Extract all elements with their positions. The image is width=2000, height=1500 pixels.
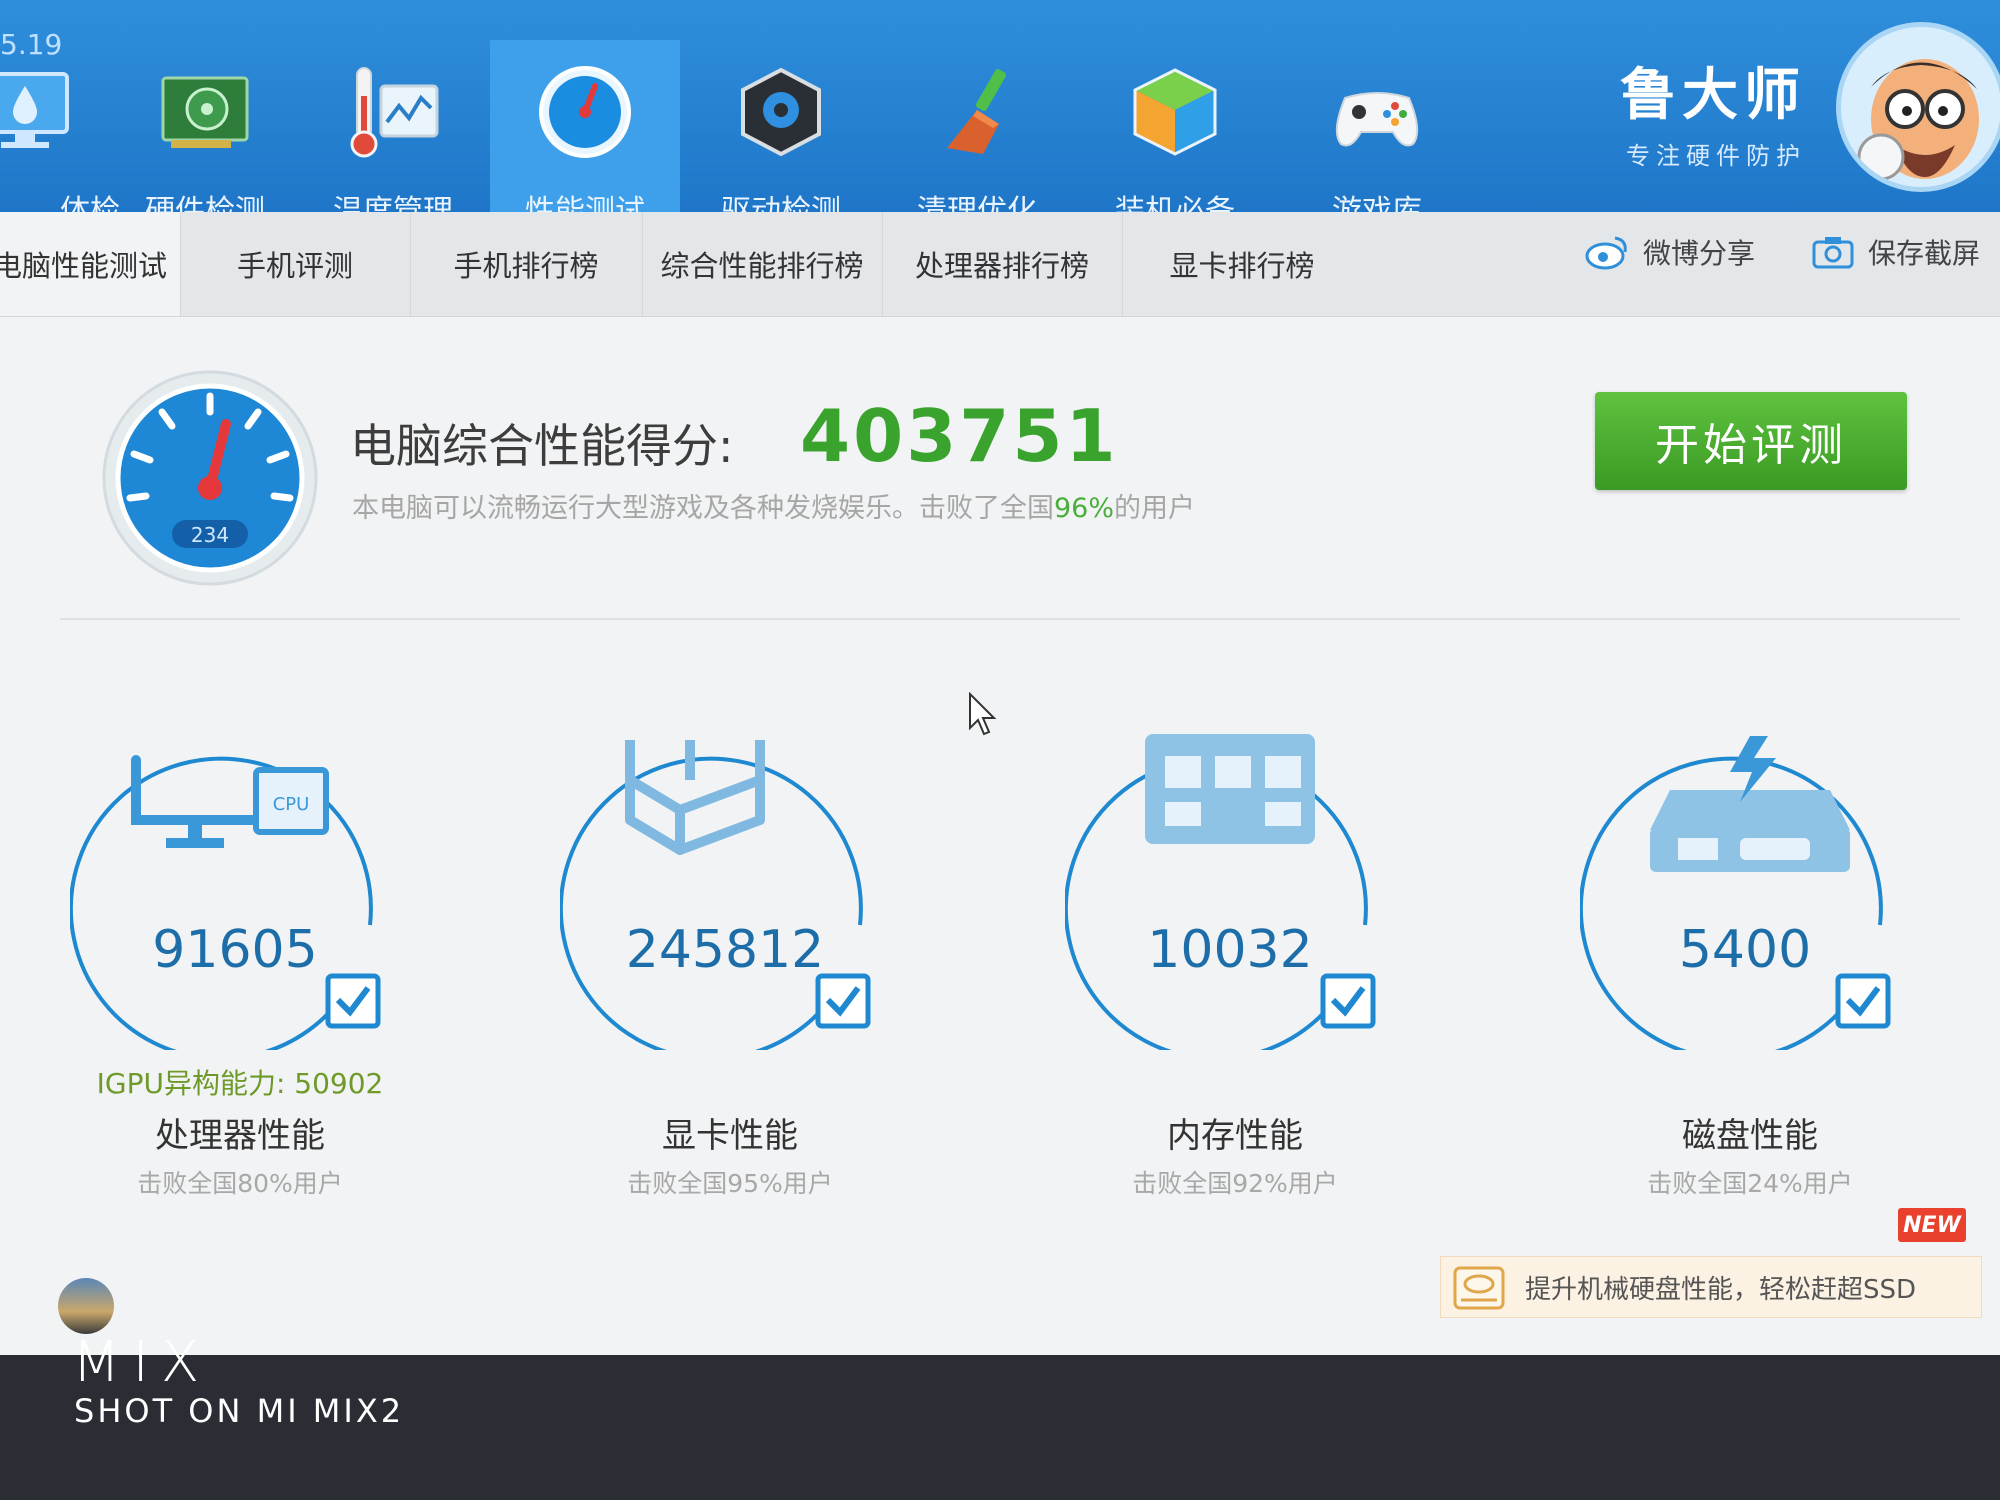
mascot-avatar[interactable]	[1836, 22, 2000, 192]
weibo-icon	[1585, 236, 1627, 270]
gpu-rank: 击败全国95%用户	[627, 1169, 833, 1198]
weibo-share-label: 微博分享	[1643, 237, 1756, 270]
metric-gpu-ring	[560, 740, 871, 1050]
start-benchmark-button[interactable]: 开始评测	[1595, 392, 1907, 490]
nav-cleanup[interactable]: 清理优化	[882, 40, 1072, 229]
gpu-name: 显卡性能	[662, 1116, 798, 1156]
disk-rank: 击败全国24%用户	[1647, 1169, 1853, 1198]
promo-text: 提升机械硬盘性能，轻松赶超SSD	[1525, 1274, 1917, 1305]
hard-disk-icon	[1650, 736, 1850, 872]
tab-phone-review[interactable]: 手机评测	[180, 212, 411, 316]
disk-name: 磁盘性能	[1682, 1116, 1818, 1156]
tab-cpu-ranking[interactable]: 处理器排行榜	[882, 212, 1123, 316]
tab-phone-ranking[interactable]: 手机排行榜	[410, 212, 643, 316]
gpu-score: 245812	[625, 920, 825, 980]
camera-icon	[1812, 237, 1854, 269]
monitor-cpu-icon: CPU	[131, 755, 329, 848]
mouse-cursor-icon	[969, 692, 997, 736]
metric-disk[interactable]: 5400 磁盘性能 击败全国24%用户	[1530, 700, 1970, 1200]
tab-overall-ranking[interactable]: 综合性能排行榜	[642, 212, 883, 316]
user-avatar[interactable]	[58, 1278, 114, 1334]
metric-cpu-ring: CPU	[70, 755, 381, 1050]
overall-score-description: 本电脑可以流畅运行大型游戏及各种发烧娱乐。击败了全国96%的用户	[352, 486, 1195, 525]
metric-memory-ring	[1065, 734, 1376, 1050]
cube-icon	[1133, 68, 1217, 156]
igpu-score: IGPU异构能力: 50902	[96, 1067, 384, 1100]
disk-boost-promo[interactable]: 提升机械硬盘性能，轻松赶超SSD	[1440, 1256, 1982, 1318]
memory-chip-icon	[1145, 734, 1315, 844]
cpu-score: 91605	[152, 920, 318, 980]
tab-gpu-ranking[interactable]: 显卡排行榜	[1122, 212, 1362, 316]
monitor-drop-icon	[0, 72, 69, 148]
cpu-rank: 击败全国80%用户	[137, 1169, 343, 1198]
metric-disk-ring	[1580, 736, 1891, 1050]
nav-essentials[interactable]: 装机必备	[1080, 40, 1270, 229]
nav-hardware[interactable]: 硬件检测	[110, 40, 300, 229]
thermometer-chart-icon	[350, 67, 439, 158]
mascot-face-icon	[1841, 27, 2000, 187]
disk-score: 5400	[1678, 920, 1812, 980]
memory-name: 内存性能	[1167, 1116, 1303, 1156]
score-desc-percent: 96%	[1054, 493, 1115, 524]
metric-gpu[interactable]: 245812 显卡性能 击败全国95%用户	[510, 700, 950, 1200]
weibo-share-button[interactable]: 微博分享	[1585, 222, 1755, 282]
cpu-chip-label: CPU	[273, 794, 310, 815]
app-header: 5.19 体检 硬件检测	[0, 0, 2000, 229]
save-screenshot-button[interactable]: 保存截屏	[1812, 222, 1980, 282]
3d-cube-icon	[625, 740, 765, 855]
overall-score-label: 电脑综合性能得分:	[350, 419, 734, 473]
cpu-name: 处理器性能	[155, 1116, 325, 1156]
graphics-card-icon	[161, 76, 249, 148]
nav-checkup[interactable]: 体检	[0, 40, 120, 229]
camera-watermark-brand: MIX	[72, 1330, 212, 1395]
nav-driver[interactable]: 驱动检测	[686, 40, 876, 229]
nav-temperature[interactable]: 温度管理	[298, 40, 488, 229]
brand-name: 鲁大师	[1620, 63, 1806, 128]
score-desc-prefix: 本电脑可以流畅运行大型游戏及各种发烧娱乐。击败了全国	[352, 493, 1054, 524]
tab-pc-performance[interactable]: 电脑性能测试	[0, 212, 181, 316]
memory-rank: 击败全国92%用户	[1132, 1169, 1338, 1198]
speedometer-icon	[539, 66, 631, 158]
camera-watermark-caption: SHOT ON MI MIX2	[74, 1392, 405, 1430]
save-screenshot-label: 保存截屏	[1868, 237, 1981, 270]
broom-icon	[947, 69, 1007, 154]
gauge-reading: 234	[191, 523, 229, 547]
ludashi-window: 5.19 体检 硬件检测	[0, 0, 2000, 1355]
section-divider	[60, 618, 1960, 620]
metric-cpu[interactable]: CPU 91605 IGPU异构能力: 50902 处理器性能 击败全国80%用…	[20, 700, 460, 1200]
nav-performance[interactable]: 性能测试	[490, 40, 680, 229]
overall-score-value: 403751	[800, 394, 1119, 478]
disk-promo-icon	[1453, 1266, 1505, 1310]
score-desc-suffix: 的用户	[1114, 493, 1196, 524]
nav-games[interactable]: 游戏库	[1282, 40, 1472, 229]
driver-gear-icon	[741, 67, 821, 157]
metric-memory[interactable]: 10032 内存性能 击败全国92%用户	[1015, 700, 1455, 1200]
new-badge: NEW	[1898, 1208, 1966, 1242]
gamepad-icon	[1335, 92, 1419, 147]
performance-gauge-icon: 234	[102, 370, 318, 586]
brand-slogan: 专注硬件防护	[1626, 142, 1806, 170]
memory-score: 10032	[1147, 920, 1313, 980]
